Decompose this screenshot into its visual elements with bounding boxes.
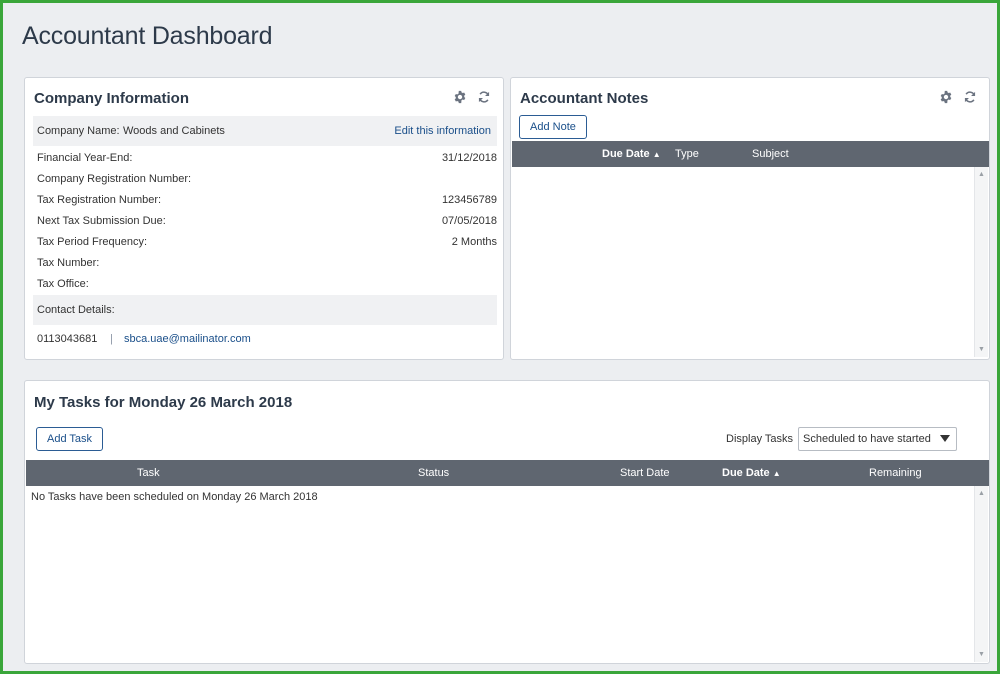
add-task-button[interactable]: Add Task: [36, 427, 104, 451]
display-tasks-label: Display Tasks: [726, 433, 794, 445]
scroll-down-icon[interactable]: ▼: [978, 651, 985, 658]
gear-icon[interactable]: [453, 90, 467, 104]
tasks-scrollbar[interactable]: ▲ ▼: [974, 486, 988, 662]
notes-scrollbar[interactable]: ▲ ▼: [974, 167, 988, 357]
chevron-down-icon: [940, 435, 950, 442]
scroll-up-icon[interactable]: ▲: [978, 490, 985, 497]
col-subject[interactable]: Subject: [752, 148, 789, 160]
refresh-icon[interactable]: [963, 90, 977, 104]
col-due-date[interactable]: Due Date ▲: [602, 148, 661, 160]
contact-phone: 0113043681: [37, 333, 98, 345]
col-start-date[interactable]: Start Date: [620, 467, 670, 479]
info-label: Tax Period Frequency:: [37, 236, 148, 248]
col-status[interactable]: Status: [418, 467, 449, 479]
scroll-down-icon[interactable]: ▼: [978, 346, 985, 353]
info-value: 07/05/2018: [441, 215, 497, 227]
info-value: 123456789: [441, 194, 497, 206]
notes-tools: [939, 90, 977, 104]
contact-details-row: Contact Details:: [33, 295, 497, 325]
col-task[interactable]: Task: [137, 467, 160, 479]
contact-separator: |: [110, 333, 113, 345]
sort-asc-icon: ▲: [772, 469, 781, 478]
page-title: Accountant Dashboard: [22, 22, 273, 50]
display-tasks-selected: Scheduled to have started: [803, 433, 931, 445]
company-info-title: Company Information: [34, 90, 190, 107]
tasks-empty-message: No Tasks have been scheduled on Monday 2…: [31, 491, 318, 503]
company-name-value: Woods and Cabinets: [123, 125, 225, 137]
info-label: Tax Office:: [37, 278, 89, 290]
refresh-icon[interactable]: [477, 90, 491, 104]
col-due-date-label: Due Date: [602, 148, 650, 160]
contact-email-link[interactable]: sbca.uae@mailinator.com: [124, 333, 251, 345]
display-tasks-select[interactable]: Scheduled to have started: [798, 427, 957, 451]
col-type[interactable]: Type: [675, 148, 699, 160]
sort-asc-icon: ▲: [652, 150, 661, 159]
info-value: 2 Months: [451, 236, 497, 248]
tasks-table-header: Task Status Start Date Due Date ▲ Remaini…: [26, 460, 989, 486]
gear-icon[interactable]: [939, 90, 953, 104]
accountant-notes-title: Accountant Notes: [520, 90, 649, 107]
company-name-label: Company Name:: [37, 125, 120, 137]
col-due-date-label: Due Date: [722, 467, 770, 479]
col-remaining[interactable]: Remaining: [869, 467, 922, 479]
add-note-button[interactable]: Add Note: [519, 115, 587, 139]
info-label: Tax Number:: [37, 257, 100, 269]
info-value: 31/12/2018: [441, 152, 497, 164]
my-tasks-panel: My Tasks for Monday 26 March 2018 Add Ta…: [24, 380, 990, 664]
notes-table-header: Due Date ▲ Type Subject: [512, 141, 989, 167]
scroll-up-icon[interactable]: ▲: [978, 171, 985, 178]
company-info-tools: [453, 90, 491, 104]
my-tasks-title: My Tasks for Monday 26 March 2018: [34, 394, 293, 411]
col-due-date[interactable]: Due Date ▲: [722, 467, 781, 479]
info-label: Financial Year-End:: [37, 152, 133, 164]
info-label: Company Registration Number:: [37, 173, 192, 185]
edit-info-link[interactable]: Edit this information: [394, 125, 491, 137]
accountant-notes-panel: Accountant Notes Add Note Due Date ▲ Type…: [510, 77, 990, 360]
info-label: Tax Registration Number:: [37, 194, 162, 206]
info-label: Next Tax Submission Due:: [37, 215, 166, 227]
company-info-panel: Company Information Company Name: Woods …: [24, 77, 504, 360]
company-name-row: Company Name: Woods and Cabinets Edit th…: [33, 116, 497, 146]
contact-details-label: Contact Details:: [37, 304, 115, 316]
